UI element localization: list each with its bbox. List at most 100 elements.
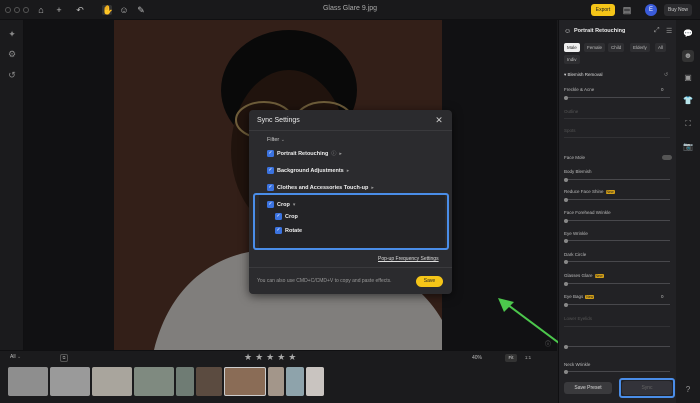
dark-circle-slider[interactable] <box>564 259 670 264</box>
reset-icon[interactable]: ↺ <box>664 72 668 78</box>
spots-slider[interactable] <box>564 137 670 138</box>
close-window-button[interactable] <box>5 7 11 13</box>
sync-item-label: Clothes and Accessories Touch-up <box>277 184 369 191</box>
slider-knob[interactable] <box>564 177 568 182</box>
avatar[interactable]: E <box>645 4 657 16</box>
slider-knob[interactable] <box>564 197 568 202</box>
dark-circle-label: Dark Circle <box>564 252 587 257</box>
filter-select[interactable]: All ⌄ <box>10 354 21 360</box>
help-icon[interactable]: ? <box>682 384 694 396</box>
add-icon[interactable]: + <box>54 5 64 15</box>
checkbox[interactable]: ✓ <box>267 184 274 191</box>
chevron-right-icon[interactable]: ▸ <box>347 168 350 174</box>
magic-wand-icon[interactable]: ✦ <box>6 28 18 40</box>
chat-icon[interactable]: 💬 <box>682 28 694 40</box>
slider-knob[interactable] <box>564 281 568 286</box>
tab-indiv[interactable]: Indiv <box>564 55 580 64</box>
hand-tool-icon[interactable]: ✋ <box>102 5 113 15</box>
thumbnail[interactable] <box>50 367 90 396</box>
save-preset-button[interactable]: Save Preset <box>564 382 612 394</box>
neck-wrinkle-slider[interactable] <box>564 369 670 374</box>
zoom-level[interactable]: 40% <box>472 355 482 361</box>
slider-knob[interactable] <box>564 238 568 243</box>
popup-frequency-link[interactable]: Pop-up Frequency Settings <box>378 256 439 262</box>
reduce-shine-slider[interactable] <box>564 197 670 202</box>
tab-all[interactable]: All <box>655 43 667 52</box>
close-icon[interactable]: ✕ <box>433 114 445 126</box>
slider-knob[interactable] <box>564 95 568 100</box>
history-icon[interactable]: ↺ <box>6 69 18 81</box>
clothing-icon[interactable]: 👕 <box>682 95 694 107</box>
section-header[interactable]: ▾ Blemish Removal <box>564 72 603 78</box>
panel-toggle-icon[interactable]: ▤ <box>622 5 632 15</box>
info-icon[interactable]: ⓘ <box>545 339 551 348</box>
chevron-down-icon: ⌄ <box>16 354 22 360</box>
glasses-glare-text: Glasses Glare <box>564 273 593 278</box>
rating-stars[interactable]: ★★★★★ <box>244 352 299 363</box>
filter-dropdown[interactable]: Filter ⌄ <box>267 137 285 143</box>
glasses-glare-slider[interactable] <box>564 281 670 286</box>
thumbnail[interactable] <box>176 367 194 396</box>
face-tool-icon[interactable]: ☺ <box>119 5 129 15</box>
sync-item-clothes[interactable]: ✓ Clothes and Accessories Touch-up ▸ <box>267 184 374 191</box>
lower-eyelids-label: Lower Eyelids <box>564 316 593 321</box>
freckle-slider[interactable] <box>564 95 670 100</box>
thumbnail[interactable] <box>134 367 174 396</box>
camera-icon[interactable]: 📷 <box>682 141 694 153</box>
thumbnail[interactable] <box>92 367 132 396</box>
body-blemish-slider[interactable] <box>564 177 670 182</box>
undo-icon[interactable]: ↶ <box>75 5 85 15</box>
one-to-one-button[interactable]: 1:1 <box>522 354 534 362</box>
minimize-window-button[interactable] <box>14 7 20 13</box>
more-icon[interactable]: ☰ <box>666 27 672 35</box>
face-retouch-icon[interactable]: ☻ <box>682 50 694 62</box>
slider-knob[interactable] <box>564 369 568 374</box>
slider-knob[interactable] <box>564 302 568 307</box>
checkbox[interactable]: ✓ <box>267 167 274 174</box>
thumbnail[interactable] <box>268 367 284 396</box>
crop-icon[interactable]: ⛶ <box>682 118 694 130</box>
sync-item-background[interactable]: ✓ Background Adjustments ▸ <box>267 167 349 174</box>
maximize-window-button[interactable] <box>23 7 29 13</box>
sync-item-portrait-retouching[interactable]: ✓ Portrait Retouching ⓘ ▸ <box>267 150 342 157</box>
outline-slider[interactable] <box>564 118 670 119</box>
thumbnail[interactable] <box>306 367 324 396</box>
thumbnail[interactable] <box>286 367 304 396</box>
slider-knob[interactable] <box>564 259 568 264</box>
select-all-icon[interactable]: ⧉ <box>60 354 68 362</box>
extra-slider[interactable] <box>564 344 670 349</box>
tab-child[interactable]: Child <box>608 43 625 52</box>
body-blemish-label: Body Blemish <box>564 169 592 174</box>
tab-elderly[interactable]: Elderly <box>630 43 650 52</box>
chevron-right-icon[interactable]: ▸ <box>371 185 374 191</box>
eye-wrinkle-slider[interactable] <box>564 238 670 243</box>
gear-icon[interactable]: ⚙ <box>6 48 18 60</box>
brush-icon[interactable]: ✎ <box>136 5 146 15</box>
eye-bags-slider[interactable] <box>564 302 670 307</box>
thumbnail[interactable] <box>8 367 48 396</box>
buy-now-button[interactable]: Buy Now <box>664 4 692 16</box>
lower-eyelids-slider[interactable] <box>564 326 670 327</box>
checkbox[interactable]: ✓ <box>267 150 274 157</box>
slider-knob[interactable] <box>564 344 568 349</box>
eye-bags-value: 0 <box>661 294 664 299</box>
new-badge: New <box>594 274 604 278</box>
background-icon[interactable]: ▣ <box>682 72 694 84</box>
face-mole-label: Face Mole <box>564 155 586 160</box>
home-icon[interactable]: ⌂ <box>36 5 46 15</box>
slider-knob[interactable] <box>564 218 568 223</box>
panel-title: Portrait Retouching <box>574 28 626 34</box>
tab-female[interactable]: Female <box>584 43 606 52</box>
expand-icon[interactable]: ⤢ <box>654 27 660 35</box>
face-mole-toggle[interactable] <box>662 155 672 160</box>
export-button[interactable]: Export <box>591 4 615 16</box>
chevron-right-icon[interactable]: ▸ <box>339 151 342 157</box>
thumbnail-selected[interactable] <box>224 367 266 396</box>
sync-item-label: Background Adjustments <box>277 167 344 174</box>
forehead-wrinkle-slider[interactable] <box>564 218 670 223</box>
tab-male[interactable]: Male <box>564 43 580 52</box>
save-button[interactable]: Save <box>416 276 443 287</box>
fit-button[interactable]: Fit <box>505 354 517 362</box>
thumbnail[interactable] <box>196 367 222 396</box>
outline-label: Outline <box>564 109 579 114</box>
